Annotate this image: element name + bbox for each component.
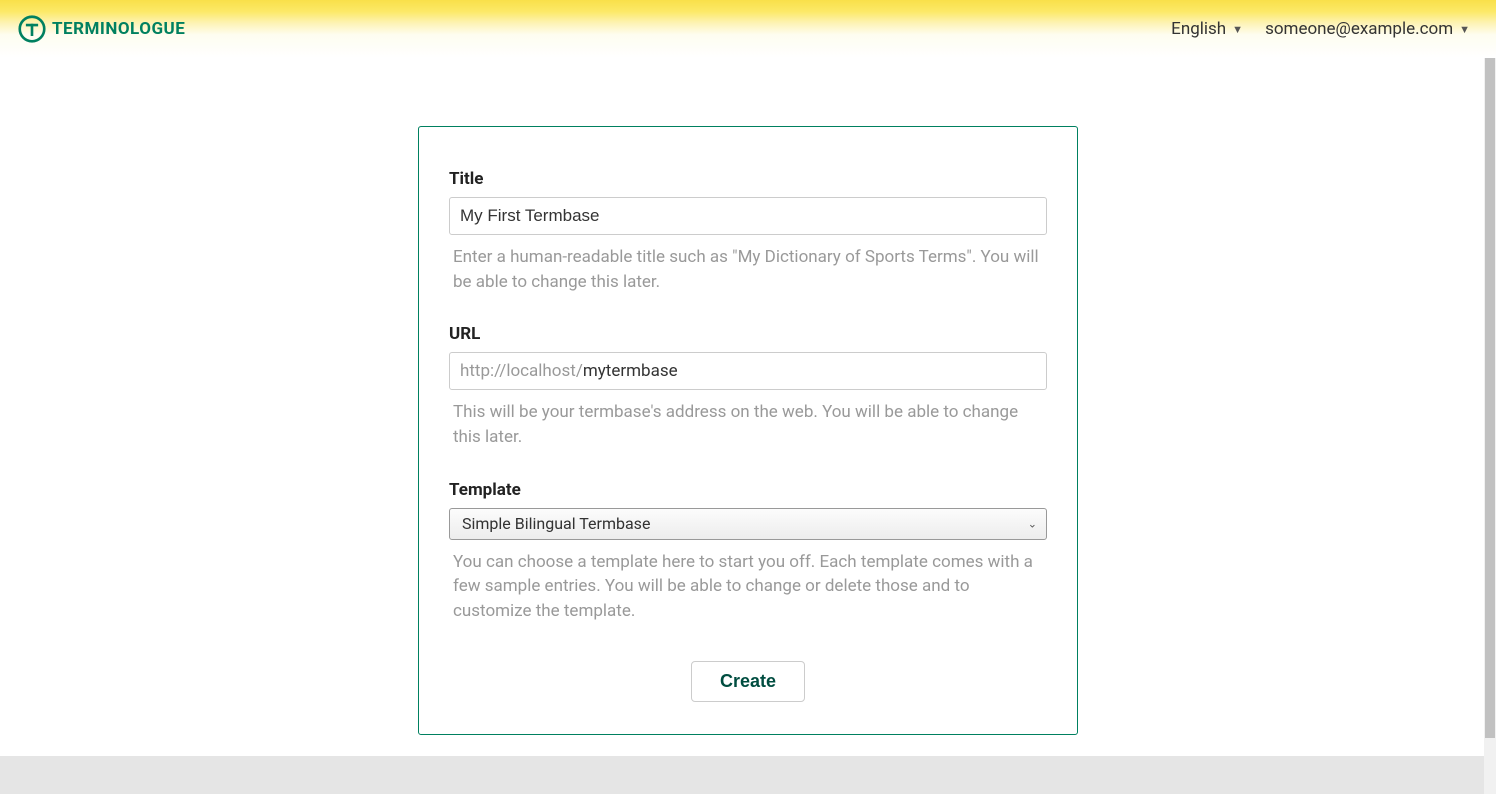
top-banner: TERMINOLOGUE English ▼ someone@example.c… bbox=[0, 0, 1496, 58]
template-value: Simple Bilingual Termbase bbox=[462, 514, 650, 533]
template-help: You can choose a template here to start … bbox=[449, 550, 1047, 624]
create-termbase-form: Title Enter a human-readable title such … bbox=[418, 126, 1078, 735]
url-group: URL http://localhost/mytermbase This wil… bbox=[449, 324, 1047, 449]
chevron-down-icon: ▼ bbox=[1459, 23, 1470, 36]
create-button[interactable]: Create bbox=[691, 661, 805, 702]
language-label: English bbox=[1171, 19, 1226, 39]
template-select-wrapper: Simple Bilingual Termbase ⌄ bbox=[449, 508, 1047, 540]
scrollbar-thumb[interactable] bbox=[1485, 58, 1495, 738]
title-group: Title Enter a human-readable title such … bbox=[449, 169, 1047, 294]
title-input[interactable] bbox=[449, 197, 1047, 235]
template-select[interactable]: Simple Bilingual Termbase bbox=[449, 508, 1047, 540]
user-menu[interactable]: someone@example.com ▼ bbox=[1265, 19, 1470, 39]
user-email: someone@example.com bbox=[1265, 19, 1453, 39]
logo-icon bbox=[18, 15, 46, 43]
footer-bar bbox=[0, 756, 1484, 794]
url-label: URL bbox=[449, 324, 1047, 344]
title-help: Enter a human-readable title such as "My… bbox=[449, 245, 1047, 294]
url-help: This will be your termbase's address on … bbox=[449, 400, 1047, 449]
url-input[interactable]: http://localhost/mytermbase bbox=[449, 352, 1047, 390]
button-row: Create bbox=[449, 661, 1047, 702]
title-label: Title bbox=[449, 169, 1047, 189]
chevron-down-icon: ▼ bbox=[1232, 23, 1243, 36]
logo-area[interactable]: TERMINOLOGUE bbox=[18, 15, 185, 43]
language-selector[interactable]: English ▼ bbox=[1171, 19, 1243, 39]
header-right: English ▼ someone@example.com ▼ bbox=[1171, 19, 1478, 39]
main-content: Title Enter a human-readable title such … bbox=[0, 58, 1496, 735]
scrollbar[interactable] bbox=[1484, 58, 1496, 794]
url-prefix: http://localhost/ bbox=[460, 361, 583, 381]
url-value: mytermbase bbox=[583, 361, 678, 381]
template-group: Template Simple Bilingual Termbase ⌄ You… bbox=[449, 480, 1047, 624]
brand-name: TERMINOLOGUE bbox=[52, 19, 185, 39]
template-label: Template bbox=[449, 480, 1047, 500]
